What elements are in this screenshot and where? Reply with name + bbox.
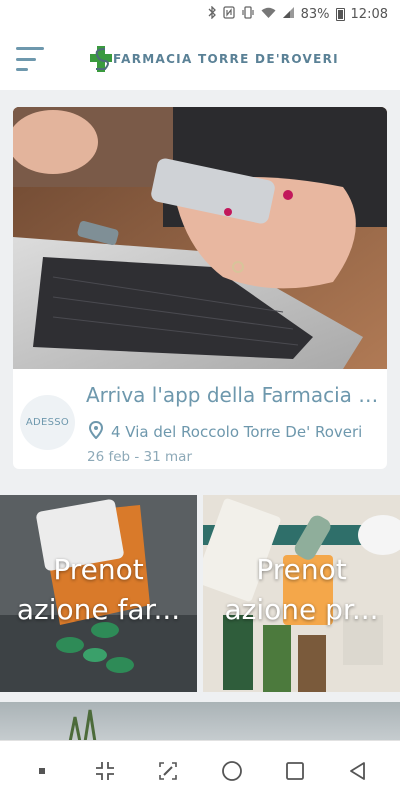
tile-label-line1: Prenot	[53, 553, 144, 586]
back-triangle-icon[interactable]	[342, 755, 374, 787]
battery-icon	[335, 7, 345, 21]
tile-booking-products[interactable]: Prenot azione pr...	[203, 495, 400, 692]
screenshot-edit-icon[interactable]	[152, 755, 184, 787]
tile-image	[68, 709, 97, 740]
event-image	[13, 107, 387, 369]
tile-label: Prenot azione pr...	[203, 550, 400, 630]
event-address: 4 Via del Roccolo Torre De' Roveri	[88, 420, 363, 443]
event-address-text: 4 Via del Roccolo Torre De' Roveri	[111, 423, 363, 441]
app-logo: FARMACIA TORRE DE'ROVERI	[89, 45, 339, 73]
bluetooth-icon	[207, 5, 217, 22]
vibrate-icon	[241, 6, 255, 22]
date-badge: ADESSO	[20, 395, 75, 450]
app-name: FARMACIA TORRE DE'ROVERI	[113, 52, 339, 66]
hamburger-menu-icon[interactable]	[16, 47, 46, 71]
signal-icon	[282, 6, 295, 22]
pharmacy-cross-logo	[89, 45, 113, 73]
wifi-icon	[261, 7, 276, 22]
tile-label-line1: Prenot	[256, 553, 347, 586]
tile-label-line2: azione pr...	[224, 593, 379, 626]
battery-percentage: 83%	[300, 6, 330, 22]
event-info: ADESSO Arriva l'app della Farmacia Torre…	[13, 369, 387, 469]
app-header: FARMACIA TORRE DE'ROVERI	[0, 28, 400, 90]
event-title[interactable]: Arriva l'app della Farmacia Torre De' Ro…	[86, 383, 381, 407]
location-pin-icon	[88, 420, 104, 443]
tile-partial[interactable]	[0, 702, 400, 740]
system-nav-bar	[0, 740, 400, 800]
collapse-icon[interactable]	[89, 755, 121, 787]
tile-label: Prenot azione far...	[0, 550, 197, 630]
home-circle-icon[interactable]	[216, 755, 248, 787]
dot-icon[interactable]	[26, 755, 58, 787]
tile-booking-pharmacy[interactable]: Prenot azione far...	[0, 495, 197, 692]
main-content[interactable]: ADESSO Arriva l'app della Farmacia Torre…	[0, 90, 400, 740]
event-card[interactable]: ADESSO Arriva l'app della Farmacia Torre…	[13, 107, 387, 469]
tile-label-line2: azione far...	[16, 593, 181, 626]
recent-apps-square-icon[interactable]	[279, 755, 311, 787]
nfc-icon	[222, 6, 235, 22]
status-bar: 83% 12:08	[0, 0, 400, 28]
clock: 12:08	[350, 6, 388, 22]
event-dates: 26 feb - 31 mar	[87, 449, 192, 465]
